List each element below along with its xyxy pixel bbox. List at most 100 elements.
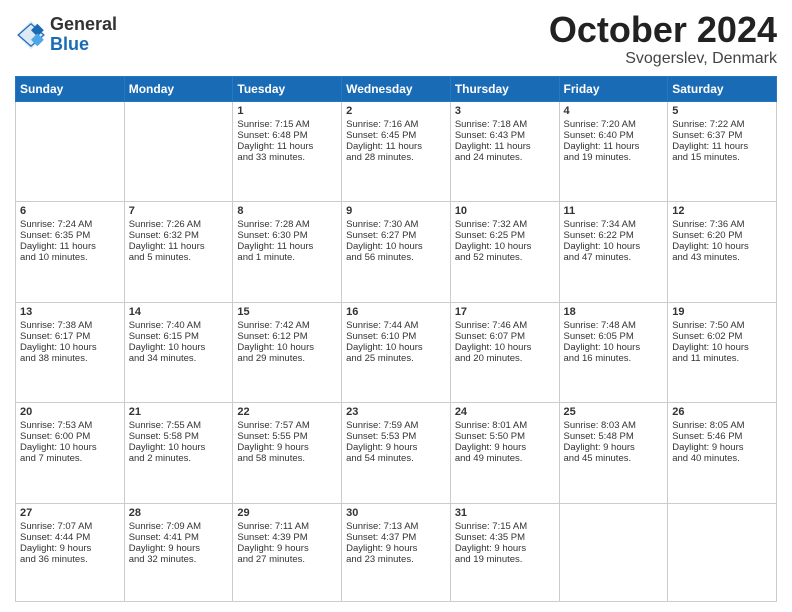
calendar-cell: 24Sunrise: 8:01 AMSunset: 5:50 PMDayligh… (450, 403, 559, 504)
calendar-cell: 9Sunrise: 7:30 AMSunset: 6:27 PMDaylight… (342, 202, 451, 303)
day-info: Daylight: 11 hours (237, 241, 337, 252)
day-info: Sunrise: 7:34 AM (564, 219, 664, 230)
calendar-cell: 6Sunrise: 7:24 AMSunset: 6:35 PMDaylight… (16, 202, 125, 303)
day-info: Sunset: 6:40 PM (564, 130, 664, 141)
day-info: Sunset: 6:17 PM (20, 331, 120, 342)
day-info: and 49 minutes. (455, 453, 555, 464)
calendar-cell: 27Sunrise: 7:07 AMSunset: 4:44 PMDayligh… (16, 503, 125, 601)
day-info: Sunset: 6:48 PM (237, 130, 337, 141)
day-info: Daylight: 10 hours (20, 442, 120, 453)
day-number: 4 (564, 105, 664, 117)
day-info: Daylight: 10 hours (129, 442, 229, 453)
day-info: Daylight: 10 hours (129, 342, 229, 353)
calendar-cell: 19Sunrise: 7:50 AMSunset: 6:02 PMDayligh… (668, 302, 777, 403)
day-info: Sunset: 6:02 PM (672, 331, 772, 342)
day-number: 1 (237, 105, 337, 117)
day-info: and 58 minutes. (237, 453, 337, 464)
day-info: and 45 minutes. (564, 453, 664, 464)
calendar-cell (124, 101, 233, 202)
day-info: and 1 minute. (237, 252, 337, 263)
calendar-cell: 29Sunrise: 7:11 AMSunset: 4:39 PMDayligh… (233, 503, 342, 601)
calendar-cell: 12Sunrise: 7:36 AMSunset: 6:20 PMDayligh… (668, 202, 777, 303)
calendar-week-1: 6Sunrise: 7:24 AMSunset: 6:35 PMDaylight… (16, 202, 777, 303)
logo-icon (15, 19, 47, 51)
day-info: Daylight: 10 hours (672, 241, 772, 252)
day-info: and 34 minutes. (129, 353, 229, 364)
day-info: and 36 minutes. (20, 554, 120, 565)
day-info: Sunrise: 7:18 AM (455, 119, 555, 130)
day-info: Daylight: 10 hours (672, 342, 772, 353)
location: Svogerslev, Denmark (549, 50, 777, 68)
day-info: Daylight: 10 hours (455, 342, 555, 353)
logo-blue: Blue (50, 35, 117, 55)
day-info: and 56 minutes. (346, 252, 446, 263)
day-info: and 47 minutes. (564, 252, 664, 263)
col-wednesday: Wednesday (342, 76, 451, 101)
day-info: Daylight: 10 hours (346, 342, 446, 353)
day-number: 25 (564, 406, 664, 418)
day-info: Sunrise: 7:53 AM (20, 420, 120, 431)
day-info: Sunrise: 7:20 AM (564, 119, 664, 130)
day-info: and 32 minutes. (129, 554, 229, 565)
day-number: 3 (455, 105, 555, 117)
day-number: 18 (564, 306, 664, 318)
day-info: Sunrise: 7:09 AM (129, 521, 229, 532)
day-number: 23 (346, 406, 446, 418)
day-number: 2 (346, 105, 446, 117)
calendar-cell: 3Sunrise: 7:18 AMSunset: 6:43 PMDaylight… (450, 101, 559, 202)
day-info: Sunrise: 7:40 AM (129, 320, 229, 331)
day-info: Sunset: 6:05 PM (564, 331, 664, 342)
calendar-week-4: 27Sunrise: 7:07 AMSunset: 4:44 PMDayligh… (16, 503, 777, 601)
day-number: 24 (455, 406, 555, 418)
day-info: and 40 minutes. (672, 453, 772, 464)
day-info: and 2 minutes. (129, 453, 229, 464)
day-number: 8 (237, 205, 337, 217)
day-info: and 19 minutes. (455, 554, 555, 565)
day-info: Sunset: 5:50 PM (455, 431, 555, 442)
day-info: and 54 minutes. (346, 453, 446, 464)
day-info: Sunset: 6:12 PM (237, 331, 337, 342)
day-number: 16 (346, 306, 446, 318)
day-info: Daylight: 10 hours (564, 342, 664, 353)
day-info: Daylight: 9 hours (672, 442, 772, 453)
day-info: and 10 minutes. (20, 252, 120, 263)
day-info: Daylight: 9 hours (564, 442, 664, 453)
day-info: Daylight: 11 hours (455, 141, 555, 152)
calendar-cell: 21Sunrise: 7:55 AMSunset: 5:58 PMDayligh… (124, 403, 233, 504)
day-info: Sunset: 4:41 PM (129, 532, 229, 543)
calendar-cell: 31Sunrise: 7:15 AMSunset: 4:35 PMDayligh… (450, 503, 559, 601)
day-number: 7 (129, 205, 229, 217)
day-info: and 52 minutes. (455, 252, 555, 263)
day-info: Sunrise: 7:38 AM (20, 320, 120, 331)
day-info: Sunrise: 7:46 AM (455, 320, 555, 331)
col-tuesday: Tuesday (233, 76, 342, 101)
day-info: Sunset: 6:15 PM (129, 331, 229, 342)
day-info: Sunset: 6:32 PM (129, 230, 229, 241)
day-info: Sunrise: 7:36 AM (672, 219, 772, 230)
day-number: 27 (20, 507, 120, 519)
calendar-table: Sunday Monday Tuesday Wednesday Thursday… (15, 76, 777, 602)
day-info: Sunset: 6:25 PM (455, 230, 555, 241)
col-thursday: Thursday (450, 76, 559, 101)
day-info: Sunset: 5:58 PM (129, 431, 229, 442)
calendar-week-0: 1Sunrise: 7:15 AMSunset: 6:48 PMDaylight… (16, 101, 777, 202)
day-number: 20 (20, 406, 120, 418)
day-info: and 15 minutes. (672, 152, 772, 163)
day-info: Sunrise: 7:44 AM (346, 320, 446, 331)
day-info: Daylight: 9 hours (20, 543, 120, 554)
day-info: and 11 minutes. (672, 353, 772, 364)
logo: General Blue (15, 15, 117, 55)
calendar-week-3: 20Sunrise: 7:53 AMSunset: 6:00 PMDayligh… (16, 403, 777, 504)
day-info: and 16 minutes. (564, 353, 664, 364)
calendar-cell: 8Sunrise: 7:28 AMSunset: 6:30 PMDaylight… (233, 202, 342, 303)
day-info: Sunrise: 7:28 AM (237, 219, 337, 230)
calendar-header-row: Sunday Monday Tuesday Wednesday Thursday… (16, 76, 777, 101)
day-info: Daylight: 9 hours (346, 543, 446, 554)
calendar-cell: 28Sunrise: 7:09 AMSunset: 4:41 PMDayligh… (124, 503, 233, 601)
day-info: and 28 minutes. (346, 152, 446, 163)
day-info: Sunset: 5:53 PM (346, 431, 446, 442)
calendar-cell: 22Sunrise: 7:57 AMSunset: 5:55 PMDayligh… (233, 403, 342, 504)
calendar-cell (559, 503, 668, 601)
calendar-cell: 17Sunrise: 7:46 AMSunset: 6:07 PMDayligh… (450, 302, 559, 403)
day-info: and 24 minutes. (455, 152, 555, 163)
